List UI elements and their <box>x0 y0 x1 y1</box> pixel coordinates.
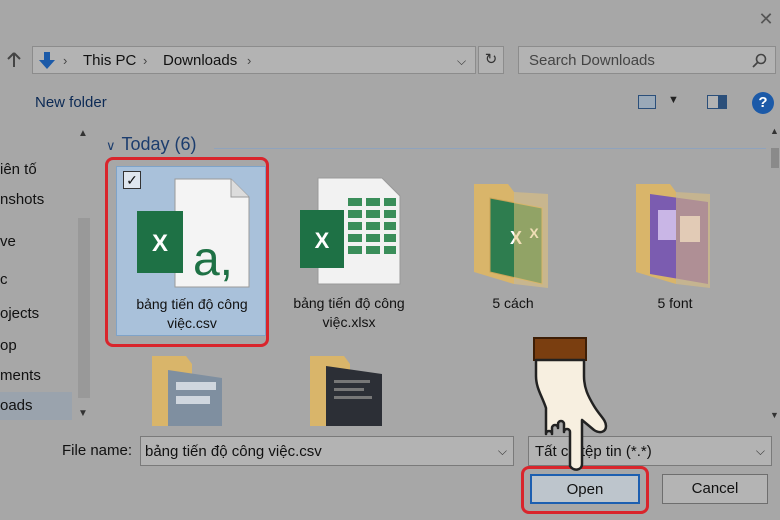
chevron-down-icon[interactable]: ⌵ <box>756 444 765 459</box>
search-icon[interactable] <box>751 53 767 69</box>
up-arrow-icon[interactable] <box>4 50 24 70</box>
cancel-button[interactable]: Cancel <box>662 474 768 504</box>
nav-item[interactable]: ve <box>0 228 72 256</box>
file-name-combobox[interactable]: ⌵ <box>140 436 514 466</box>
breadcrumb-this-pc[interactable]: This PC <box>83 52 136 69</box>
folder-icon: X X <box>474 184 548 288</box>
scroll-up-icon[interactable]: ▲ <box>770 126 779 136</box>
nav-scrollbar[interactable]: ▲ ▼ <box>74 124 94 426</box>
address-bar[interactable]: › This PC › Downloads › ⌵ <box>32 46 476 74</box>
file-name-input[interactable] <box>141 437 481 465</box>
refresh-icon: ↻ <box>484 51 498 68</box>
folder-item[interactable] <box>274 346 424 426</box>
breadcrumb-separator-icon[interactable]: › <box>143 53 147 68</box>
navigation-pane: iên tố nshots ve c ojects op ments oads … <box>0 124 96 426</box>
nav-item[interactable]: iên tố <box>0 156 72 184</box>
folder-icon <box>636 184 710 288</box>
file-name: 5 cách <box>492 295 534 311</box>
file-name: bảng tiến độ công việc.xlsx <box>293 295 405 330</box>
svg-text:X: X <box>315 228 330 253</box>
group-divider <box>214 148 766 149</box>
svg-text:X: X <box>152 230 168 257</box>
svg-text:a,: a, <box>193 233 233 286</box>
preview-pane-icon[interactable] <box>707 95 727 109</box>
nav-item[interactable]: ojects <box>0 300 72 328</box>
file-item-csv[interactable]: ✓ X a, bảng tiến độ công việc.csv <box>116 166 266 336</box>
pointing-hand-icon <box>533 337 608 471</box>
file-name: 5 font <box>657 295 693 311</box>
content-scrollbar[interactable]: ▲ ▼ <box>770 124 780 426</box>
close-icon[interactable]: ✕ <box>755 8 777 30</box>
file-name: bảng tiến độ công việc.csv <box>136 296 248 331</box>
scroll-down-icon[interactable]: ▼ <box>78 408 88 419</box>
address-row: › This PC › Downloads › ⌵ ↻ Search Downl… <box>0 40 780 82</box>
file-item-xlsx[interactable]: X bảng tiến độ công việc.xlsx <box>274 166 424 336</box>
search-placeholder: Search Downloads <box>529 52 655 69</box>
open-button[interactable]: Open <box>530 474 640 504</box>
breadcrumb-separator-icon[interactable]: › <box>247 53 251 68</box>
nav-item[interactable]: ments <box>0 362 72 390</box>
breadcrumb-downloads[interactable]: Downloads <box>163 52 237 69</box>
search-input[interactable]: Search Downloads <box>518 46 776 74</box>
scroll-down-icon[interactable]: ▼ <box>770 410 779 420</box>
chevron-down-icon[interactable]: ▼ <box>668 94 679 106</box>
excel-file-icon: X <box>300 177 401 285</box>
scroll-up-icon[interactable]: ▲ <box>78 128 88 139</box>
group-title: Today (6) <box>121 134 197 154</box>
help-icon[interactable]: ? <box>752 92 774 114</box>
nav-item-downloads[interactable]: oads <box>0 392 72 420</box>
view-options-icon[interactable] <box>638 95 656 109</box>
folder-item[interactable]: 5 font <box>600 166 750 336</box>
refresh-button[interactable]: ↻ <box>478 46 504 74</box>
nav-item[interactable]: nshots <box>0 186 72 214</box>
nav-item[interactable]: op <box>0 332 72 360</box>
file-list: ∨ Today (6) ✓ X a, bảng tiến độ công việc… <box>98 124 770 426</box>
chevron-down-icon[interactable]: ⌵ <box>498 444 507 459</box>
nav-item[interactable]: c <box>0 266 72 294</box>
breadcrumb-separator-icon[interactable]: › <box>63 53 67 68</box>
folder-icon <box>152 356 222 426</box>
folder-item[interactable] <box>116 346 266 426</box>
new-folder-button[interactable]: New folder <box>35 94 107 111</box>
folder-item[interactable]: X X 5 cách <box>438 166 588 336</box>
scrollbar-thumb[interactable] <box>771 148 779 168</box>
downloads-arrow-icon <box>37 51 57 71</box>
file-name-label: File name: <box>62 442 133 459</box>
chevron-down-icon[interactable]: ⌵ <box>457 54 466 69</box>
chevron-down-icon: ∨ <box>106 138 116 153</box>
command-bar: New folder ▼ ? <box>0 84 780 120</box>
group-header[interactable]: ∨ Today (6) <box>106 134 197 155</box>
scrollbar-thumb[interactable] <box>78 218 90 398</box>
dialog-footer: File name: ⌵ Tất cả tệp tin (*.*) ⌵ Open… <box>0 428 780 520</box>
folder-icon <box>310 356 382 426</box>
csv-file-icon: X a, <box>137 178 250 288</box>
